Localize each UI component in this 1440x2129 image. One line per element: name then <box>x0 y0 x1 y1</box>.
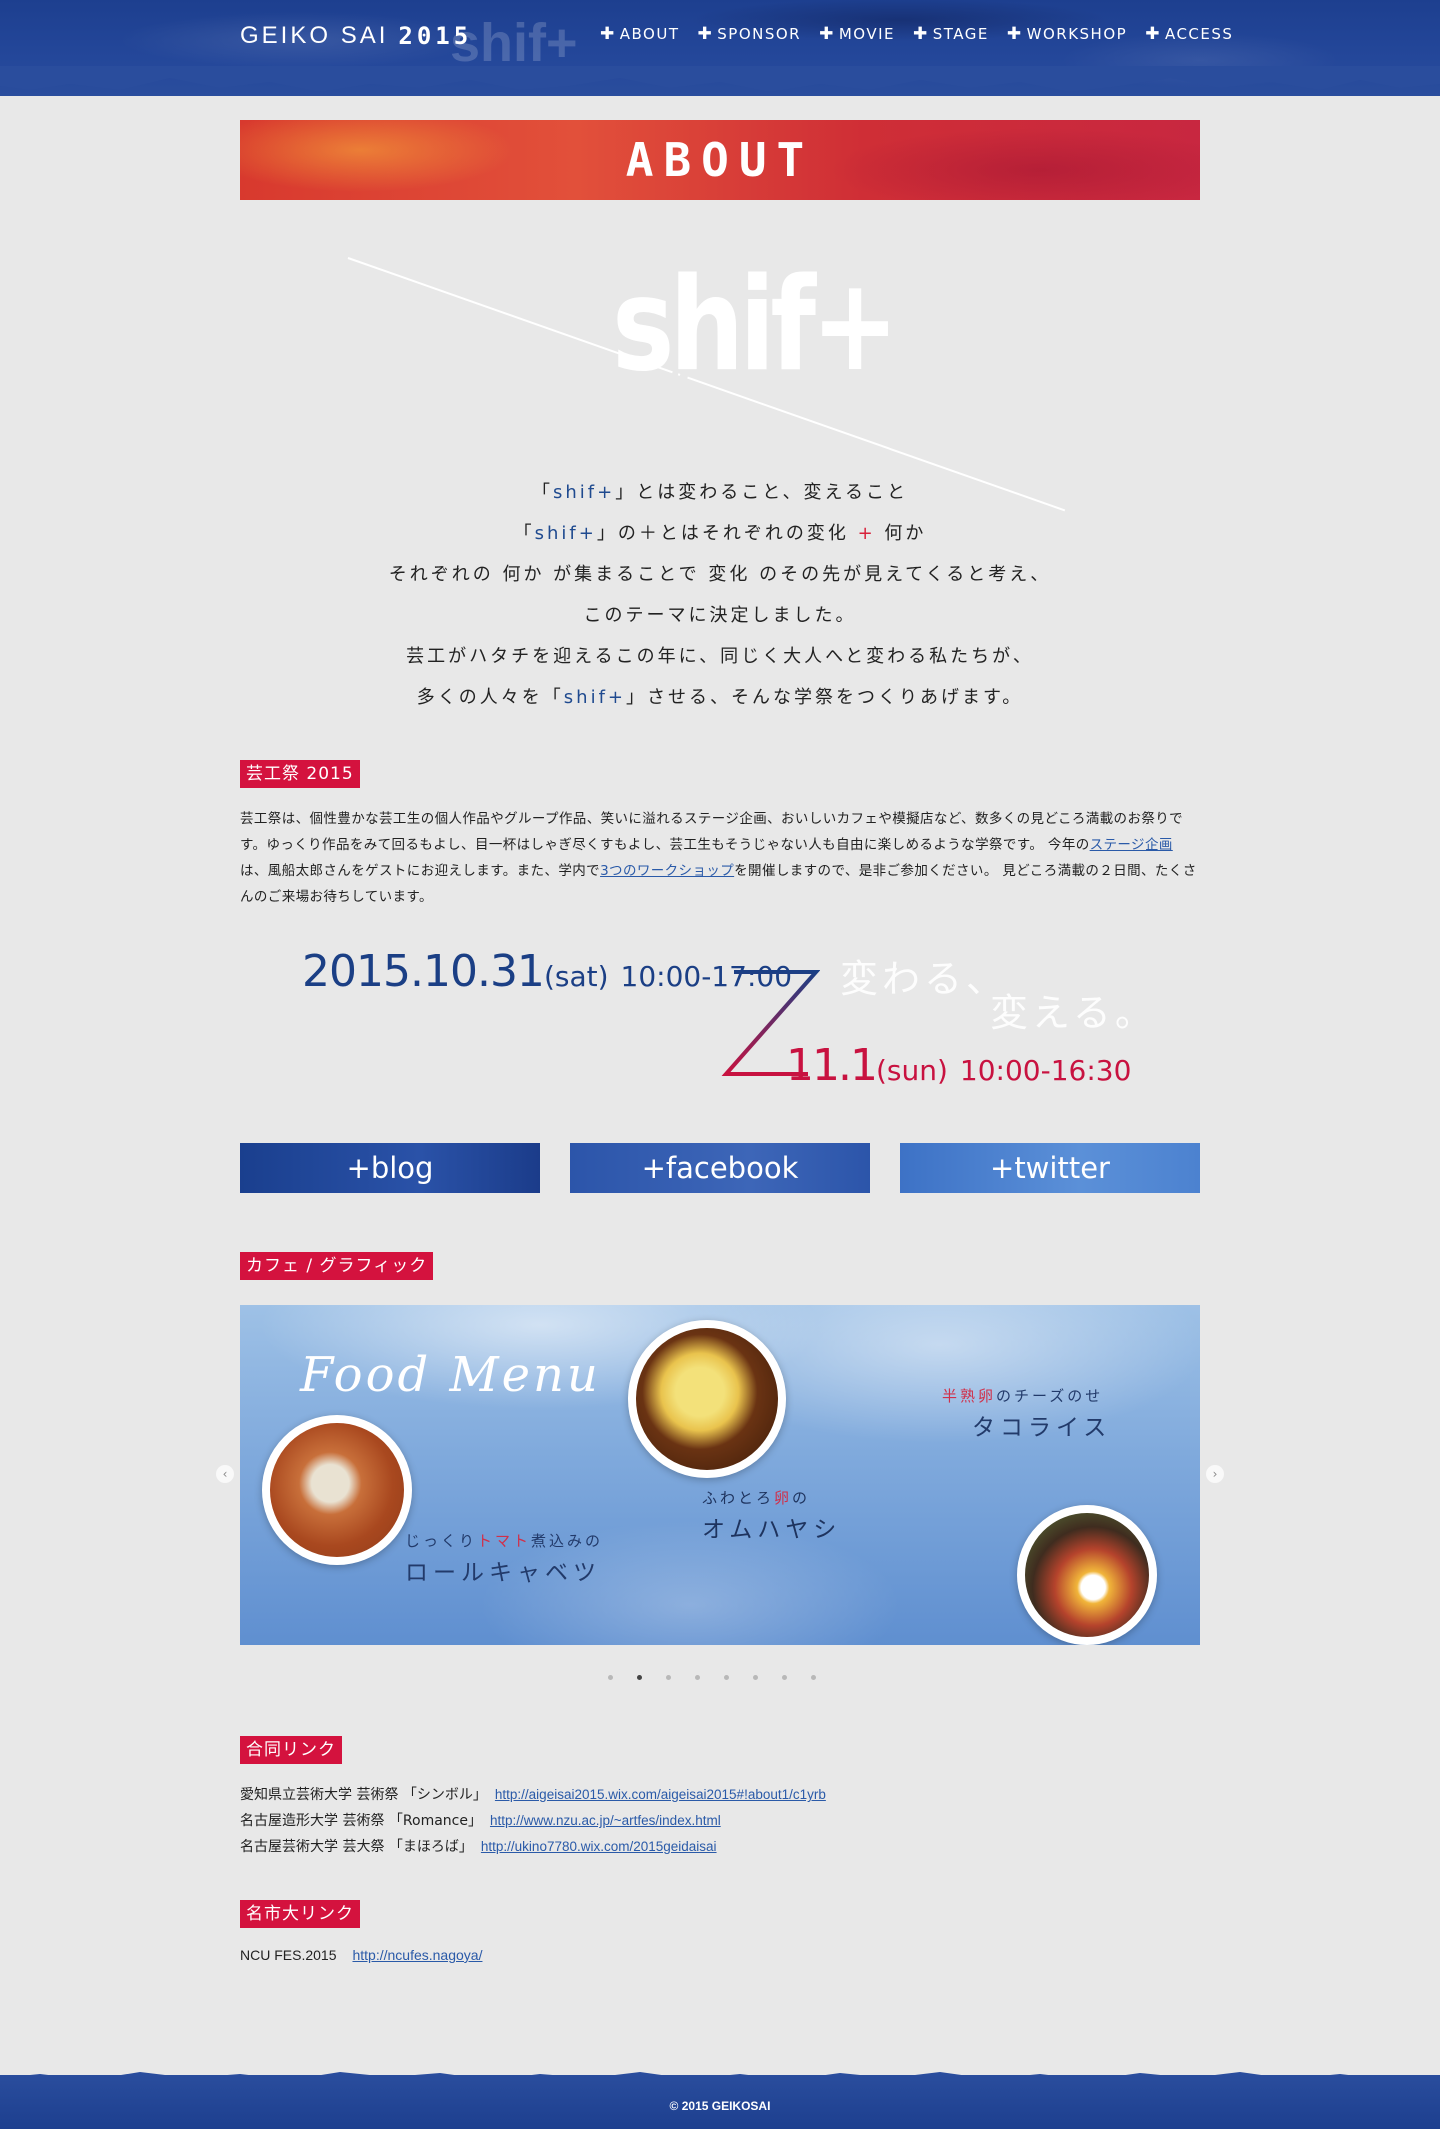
day2-date: 11.1 <box>786 1040 878 1091</box>
list-item: 名古屋造形大学 芸術祭 「Romance」 http://www.nzu.ac.j… <box>240 1808 826 1834</box>
slider-dot[interactable] <box>695 1675 700 1680</box>
chevron-right-icon[interactable]: › <box>1206 1465 1224 1483</box>
ncu-name: NCU FES.2015 <box>240 1947 337 1963</box>
slider-dot[interactable] <box>608 1675 613 1680</box>
dish-label-roll-cabbage: じっくりトマト煮込みの ロールキャベツ <box>405 1532 604 1586</box>
site-header: GEIKO SAI 2015 shif+ ✚ ABOUT ✚ SPONSOR ✚ MO… <box>0 0 1440 96</box>
intro-line: それぞれの 何か が集まることで 変化 のその先が見えてくると考え、 <box>388 564 1052 585</box>
site-logo[interactable]: GEIKO SAI 2015 shif+ <box>240 13 578 73</box>
intro-text: 「shif+」とは変わること、変えること 「shif+」の＋とはそれぞれの変化 … <box>240 472 1200 718</box>
section-label-cafe: カフェ / グラフィック <box>240 1252 434 1280</box>
intro-line: 芸工がハタチを迎えるこの年に、同じく大人へと変わる私たちが、 <box>406 646 1034 667</box>
taco-rice-image <box>1017 1505 1157 1645</box>
nav-item-movie[interactable]: ✚ MOVIE <box>819 24 895 44</box>
slogan-line-1: 変わる、 <box>840 957 1009 1001</box>
dish-label-taco-rice: 半熟卵のチーズのせ タコライス <box>942 1387 1112 1441</box>
roll-cabbage-image <box>262 1415 412 1565</box>
ncu-link[interactable]: http://ncufes.nagoya/ <box>352 1947 482 1963</box>
twitter-button[interactable]: +twitter <box>900 1143 1200 1193</box>
plus-icon: ✚ <box>1006 24 1023 44</box>
joint-link-nzu[interactable]: http://www.nzu.ac.jp/~artfes/index.html <box>490 1808 721 1834</box>
nav-item-sponsor[interactable]: ✚ SPONSOR <box>698 24 802 44</box>
day1-weekday: (sat) <box>543 960 609 993</box>
list-item: 名古屋芸術大学 芸大祭 「まほろば」 http://ukino7780.wix.c… <box>240 1834 826 1860</box>
food-menu-title: Food Menu <box>300 1347 601 1403</box>
nav-item-access[interactable]: ✚ ACCESS <box>1145 24 1233 44</box>
site-footer: © 2015 GEIKOSAI <box>0 2075 1440 2129</box>
ncu-link-row: NCU FES.2015 http://ncufes.nagoya/ <box>240 1947 482 1963</box>
intro-line: 「shif+」とは変わること、変えること <box>532 482 908 503</box>
blog-button[interactable]: +blog <box>240 1143 540 1193</box>
copyright: © 2015 GEIKOSAI <box>669 2099 771 2113</box>
slogan: 変わる、 変える。 <box>840 957 1153 1032</box>
nav-item-stage[interactable]: ✚ STAGE <box>913 24 989 44</box>
food-menu-slider[interactable]: Food Menu じっくりトマト煮込みの ロールキャベツ ふわとろ卵の オムハ… <box>240 1305 1200 1645</box>
dish-label-omuhayashi: ふわとろ卵の オムハヤシ <box>702 1489 842 1543</box>
shift-logo: shif+ <box>612 251 899 400</box>
section-label-ncu-links: 名市大リンク <box>240 1900 360 1928</box>
facebook-button[interactable]: +facebook <box>570 1143 870 1193</box>
intro-line: 「shif+」の＋とはそれぞれの変化 + 何か <box>513 523 927 544</box>
intro-line: 多くの人々を「shif+」させる、そんな学祭をつくりあげます。 <box>416 687 1024 708</box>
date-day1: 2015.10.31(sat) 10:00-17:00 <box>302 946 792 997</box>
geikosai-description: 芸工祭は、個性豊かな芸工生の個人作品やグループ作品、笑いに溢れるステージ企画、お… <box>240 811 1197 905</box>
brand-name: GEIKO SAI <box>240 22 389 49</box>
day2-weekday: (sun) <box>875 1054 948 1087</box>
slogan-line-2: 変える。 <box>990 991 1157 1035</box>
section-label-geikosai: 芸工祭 2015 <box>240 760 360 788</box>
slider-pagination <box>608 1675 816 1680</box>
chevron-left-icon[interactable]: ‹ <box>216 1465 234 1483</box>
joint-link-aichi[interactable]: http://aigeisai2015.wix.com/aigeisai2015… <box>495 1782 826 1808</box>
slider-dot[interactable] <box>637 1675 642 1680</box>
slider-dot[interactable] <box>782 1675 787 1680</box>
slider-dot[interactable] <box>753 1675 758 1680</box>
plus-icon: ✚ <box>1145 24 1161 44</box>
section-label-joint-links: 合同リンク <box>240 1736 342 1764</box>
workshop-link[interactable]: 3つのワークショップ <box>600 863 734 879</box>
slider-dot[interactable] <box>811 1675 816 1680</box>
day1-date: 2015.10.31 <box>302 946 545 997</box>
stage-link[interactable]: ステージ企画 <box>1090 837 1173 853</box>
header-torn-edge <box>0 66 1440 92</box>
nav-item-workshop[interactable]: ✚ WORKSHOP <box>1007 24 1127 44</box>
day2-time: 10:00-16:30 <box>959 1054 1132 1087</box>
list-item: 愛知県立芸術大学 芸術祭 「シンボル」 http://aigeisai2015.w… <box>240 1782 826 1808</box>
main-nav: ✚ ABOUT ✚ SPONSOR ✚ MOVIE ✚ STAGE ✚ WORKSHOP … <box>600 24 1233 44</box>
plus-icon: ✚ <box>697 24 714 44</box>
nav-item-about[interactable]: ✚ ABOUT <box>600 24 680 44</box>
slider-dot[interactable] <box>666 1675 671 1680</box>
slider-dot[interactable] <box>724 1675 729 1680</box>
joint-links-list: 愛知県立芸術大学 芸術祭 「シンボル」 http://aigeisai2015.w… <box>240 1782 826 1860</box>
date-day2: 11.1(sun) 10:00-16:30 <box>786 1040 1131 1091</box>
plus-icon: ✚ <box>600 24 616 44</box>
brand-ghost-text: shif+ <box>450 13 578 73</box>
plus-icon: ✚ <box>819 24 835 44</box>
joint-link-geidai[interactable]: http://ukino7780.wix.com/2015geidaisai <box>481 1834 717 1860</box>
omuhayashi-image <box>628 1320 786 1478</box>
about-heading: ABOUT <box>625 133 815 187</box>
intro-line: このテーマに決定しました。 <box>583 605 857 626</box>
plus-icon: ✚ <box>913 24 929 44</box>
about-banner: ABOUT <box>240 120 1200 200</box>
